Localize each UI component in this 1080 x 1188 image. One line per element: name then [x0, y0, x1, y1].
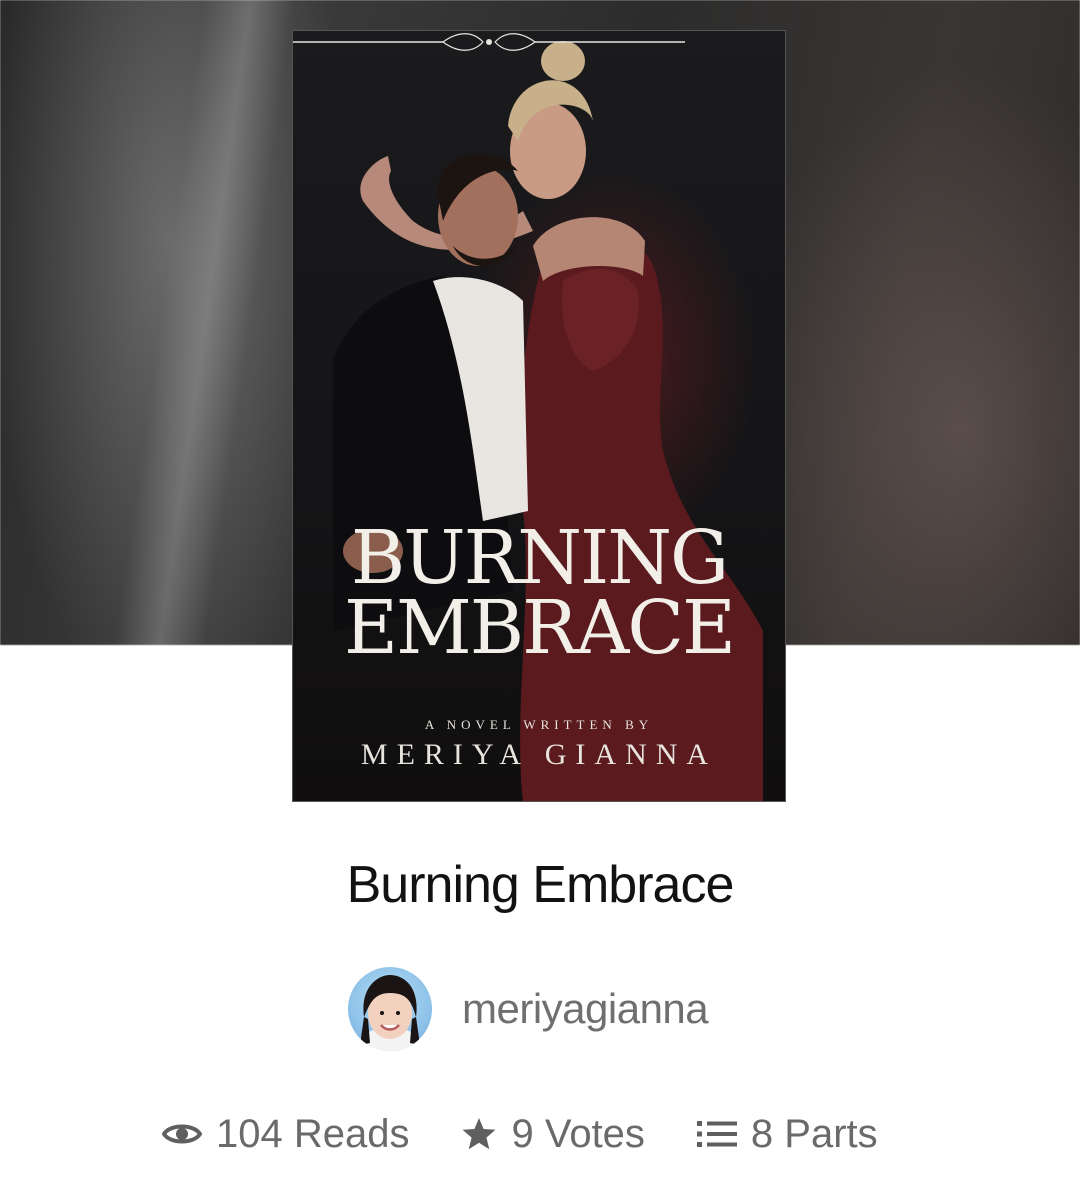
author-username[interactable]: meriyagianna: [462, 985, 709, 1033]
book-cover[interactable]: BURNING EMBRACE A NOVEL WRITTEN BY MERIY…: [292, 30, 786, 802]
cover-byline: A NOVEL WRITTEN BY: [424, 717, 654, 732]
cover-illustration: [333, 41, 763, 801]
story-stats: 104 Reads 9 Votes 8 Parts: [162, 1108, 878, 1160]
votes-stat: 9 Votes: [461, 1111, 645, 1157]
star-icon: [461, 1117, 497, 1151]
ornamental-divider: [293, 33, 685, 51]
cover-title-line2: EMBRACE: [344, 585, 736, 671]
votes-count: 9 Votes: [511, 1111, 645, 1156]
list-icon: [696, 1119, 737, 1149]
cover-author: MERIYA GIANNA: [360, 738, 718, 771]
author-link[interactable]: meriyagianna: [348, 966, 709, 1052]
author-avatar[interactable]: [348, 967, 432, 1051]
eye-icon: [162, 1120, 202, 1148]
parts-stat: 8 Parts: [696, 1111, 878, 1157]
reads-count: 104 Reads: [216, 1111, 410, 1156]
cover-title-line1: BURNING: [350, 515, 729, 601]
parts-count: 8 Parts: [750, 1111, 878, 1156]
reads-stat: 104 Reads: [162, 1112, 409, 1157]
story-title: Burning Embrace: [346, 856, 735, 914]
